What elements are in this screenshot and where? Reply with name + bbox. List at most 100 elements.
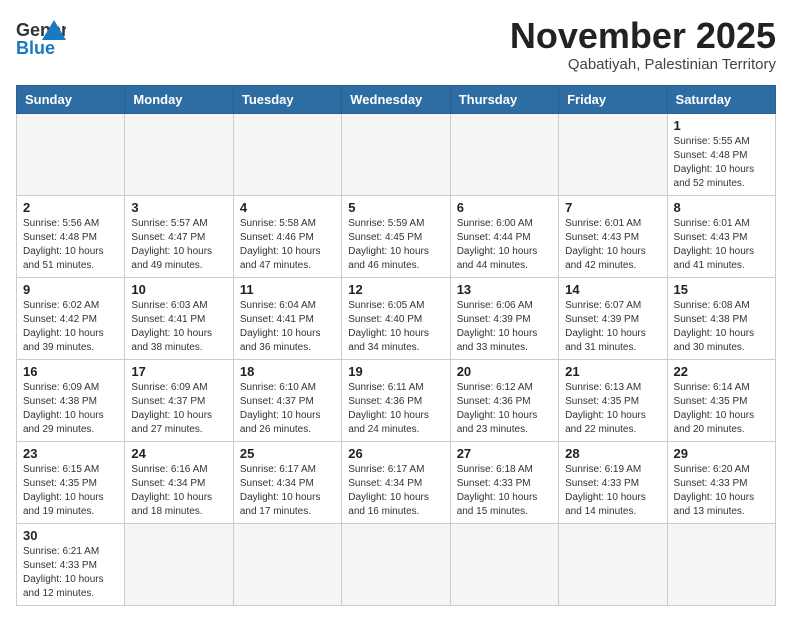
day-info: Sunrise: 6:05 AM Sunset: 4:40 PM Dayligh… <box>348 299 443 355</box>
calendar-day: 20Sunrise: 6:12 AM Sunset: 4:36 PM Dayli… <box>450 359 558 441</box>
calendar-day: 24 Sunrise: 6:16 AM Sunset: 4:34 PM Dayli… <box>125 441 233 523</box>
calendar-day <box>125 523 233 605</box>
day-number: 3 <box>131 200 226 215</box>
page-title: November 2025 <box>510 16 776 56</box>
day-info: Sunrise: 5:55 AM Sunset: 4:48 PM Dayligh… <box>674 135 769 191</box>
day-number: 6 <box>457 200 552 215</box>
calendar-day <box>125 113 233 195</box>
calendar-day: 9 Sunrise: 6:02 AM Sunset: 4:42 PM Daylig… <box>17 277 125 359</box>
calendar-day: 8Sunrise: 6:01 AM Sunset: 4:43 PM Daylig… <box>667 195 775 277</box>
calendar-day <box>342 523 450 605</box>
day-number: 24 <box>131 446 226 461</box>
calendar-day: 18 Sunrise: 6:10 AM Sunset: 4:37 PM Dayli… <box>233 359 341 441</box>
calendar-day: 4Sunrise: 5:58 AM Sunset: 4:46 PM Daylig… <box>233 195 341 277</box>
page-subtitle: Qabatiyah, Palestinian Territory <box>510 56 776 73</box>
day-info: Sunrise: 6:02 AM Sunset: 4:42 PM Dayligh… <box>23 299 118 355</box>
day-info: Sunrise: 6:08 AM Sunset: 4:38 PM Dayligh… <box>674 299 769 355</box>
svg-text:Blue: Blue <box>16 38 55 58</box>
day-number: 18 <box>240 364 335 379</box>
day-number: 23 <box>23 446 118 461</box>
calendar-day: 21 Sunrise: 6:13 AM Sunset: 4:35 PM Dayli… <box>559 359 667 441</box>
day-info: Sunrise: 5:57 AM Sunset: 4:47 PM Dayligh… <box>131 217 226 273</box>
calendar-week-row: 2 Sunrise: 5:56 AM Sunset: 4:48 PM Daylig… <box>17 195 776 277</box>
day-number: 16 <box>23 364 118 379</box>
day-info: Sunrise: 6:17 AM Sunset: 4:34 PM Dayligh… <box>348 463 443 519</box>
day-number: 21 <box>565 364 660 379</box>
weekday-header-row: SundayMondayTuesdayWednesdayThursdayFrid… <box>17 85 776 113</box>
calendar-day <box>667 523 775 605</box>
day-info: Sunrise: 6:03 AM Sunset: 4:41 PM Dayligh… <box>131 299 226 355</box>
calendar-day <box>450 523 558 605</box>
calendar-day <box>559 523 667 605</box>
logo-icon: General Blue <box>16 16 66 60</box>
day-info: Sunrise: 6:09 AM Sunset: 4:37 PM Dayligh… <box>131 381 226 437</box>
day-info: Sunrise: 6:20 AM Sunset: 4:33 PM Dayligh… <box>674 463 769 519</box>
calendar-day: 15 Sunrise: 6:08 AM Sunset: 4:38 PM Dayli… <box>667 277 775 359</box>
calendar-day: 17 Sunrise: 6:09 AM Sunset: 4:37 PM Dayli… <box>125 359 233 441</box>
day-number: 22 <box>674 364 769 379</box>
day-number: 2 <box>23 200 118 215</box>
calendar-day: 7Sunrise: 6:01 AM Sunset: 4:43 PM Daylig… <box>559 195 667 277</box>
day-number: 17 <box>131 364 226 379</box>
day-number: 28 <box>565 446 660 461</box>
calendar-day: 16Sunrise: 6:09 AM Sunset: 4:38 PM Dayli… <box>17 359 125 441</box>
calendar-day <box>233 523 341 605</box>
calendar-day <box>17 113 125 195</box>
calendar-day: 25 Sunrise: 6:17 AM Sunset: 4:34 PM Dayli… <box>233 441 341 523</box>
calendar-week-row: 9 Sunrise: 6:02 AM Sunset: 4:42 PM Daylig… <box>17 277 776 359</box>
day-info: Sunrise: 6:16 AM Sunset: 4:34 PM Dayligh… <box>131 463 226 519</box>
day-number: 26 <box>348 446 443 461</box>
weekday-header: Tuesday <box>233 85 341 113</box>
day-info: Sunrise: 5:59 AM Sunset: 4:45 PM Dayligh… <box>348 217 443 273</box>
day-info: Sunrise: 5:56 AM Sunset: 4:48 PM Dayligh… <box>23 217 118 273</box>
calendar-day: 30Sunrise: 6:21 AM Sunset: 4:33 PM Dayli… <box>17 523 125 605</box>
day-info: Sunrise: 6:17 AM Sunset: 4:34 PM Dayligh… <box>240 463 335 519</box>
day-info: Sunrise: 6:12 AM Sunset: 4:36 PM Dayligh… <box>457 381 552 437</box>
day-info: Sunrise: 6:15 AM Sunset: 4:35 PM Dayligh… <box>23 463 118 519</box>
day-number: 7 <box>565 200 660 215</box>
calendar-day: 5Sunrise: 5:59 AM Sunset: 4:45 PM Daylig… <box>342 195 450 277</box>
calendar-day: 11Sunrise: 6:04 AM Sunset: 4:41 PM Dayli… <box>233 277 341 359</box>
day-info: Sunrise: 6:07 AM Sunset: 4:39 PM Dayligh… <box>565 299 660 355</box>
weekday-header: Friday <box>559 85 667 113</box>
day-info: Sunrise: 6:10 AM Sunset: 4:37 PM Dayligh… <box>240 381 335 437</box>
calendar-day: 14 Sunrise: 6:07 AM Sunset: 4:39 PM Dayli… <box>559 277 667 359</box>
calendar-day: 28Sunrise: 6:19 AM Sunset: 4:33 PM Dayli… <box>559 441 667 523</box>
calendar-day <box>450 113 558 195</box>
calendar-day: 26 Sunrise: 6:17 AM Sunset: 4:34 PM Dayli… <box>342 441 450 523</box>
weekday-header: Sunday <box>17 85 125 113</box>
calendar-day: 27Sunrise: 6:18 AM Sunset: 4:33 PM Dayli… <box>450 441 558 523</box>
calendar-day: 12Sunrise: 6:05 AM Sunset: 4:40 PM Dayli… <box>342 277 450 359</box>
calendar-day <box>233 113 341 195</box>
day-number: 9 <box>23 282 118 297</box>
calendar-day: 6Sunrise: 6:00 AM Sunset: 4:44 PM Daylig… <box>450 195 558 277</box>
day-number: 14 <box>565 282 660 297</box>
weekday-header: Saturday <box>667 85 775 113</box>
day-info: Sunrise: 6:06 AM Sunset: 4:39 PM Dayligh… <box>457 299 552 355</box>
calendar-day: 29 Sunrise: 6:20 AM Sunset: 4:33 PM Dayli… <box>667 441 775 523</box>
day-number: 4 <box>240 200 335 215</box>
calendar: SundayMondayTuesdayWednesdayThursdayFrid… <box>16 85 776 606</box>
day-info: Sunrise: 6:13 AM Sunset: 4:35 PM Dayligh… <box>565 381 660 437</box>
calendar-day: 3 Sunrise: 5:57 AM Sunset: 4:47 PM Daylig… <box>125 195 233 277</box>
day-number: 29 <box>674 446 769 461</box>
day-number: 15 <box>674 282 769 297</box>
day-number: 25 <box>240 446 335 461</box>
day-number: 30 <box>23 528 118 543</box>
header: General Blue November 2025 Qabatiyah, Pa… <box>16 16 776 73</box>
calendar-day <box>342 113 450 195</box>
day-number: 1 <box>674 118 769 133</box>
day-number: 10 <box>131 282 226 297</box>
day-info: Sunrise: 6:14 AM Sunset: 4:35 PM Dayligh… <box>674 381 769 437</box>
calendar-day: 13 Sunrise: 6:06 AM Sunset: 4:39 PM Dayli… <box>450 277 558 359</box>
calendar-week-row: 1 Sunrise: 5:55 AM Sunset: 4:48 PM Daylig… <box>17 113 776 195</box>
calendar-day: 10 Sunrise: 6:03 AM Sunset: 4:41 PM Dayli… <box>125 277 233 359</box>
calendar-day: 19Sunrise: 6:11 AM Sunset: 4:36 PM Dayli… <box>342 359 450 441</box>
day-number: 11 <box>240 282 335 297</box>
title-area: November 2025 Qabatiyah, Palestinian Ter… <box>510 16 776 73</box>
day-number: 13 <box>457 282 552 297</box>
calendar-week-row: 30Sunrise: 6:21 AM Sunset: 4:33 PM Dayli… <box>17 523 776 605</box>
calendar-week-row: 16Sunrise: 6:09 AM Sunset: 4:38 PM Dayli… <box>17 359 776 441</box>
calendar-day: 2 Sunrise: 5:56 AM Sunset: 4:48 PM Daylig… <box>17 195 125 277</box>
day-number: 27 <box>457 446 552 461</box>
